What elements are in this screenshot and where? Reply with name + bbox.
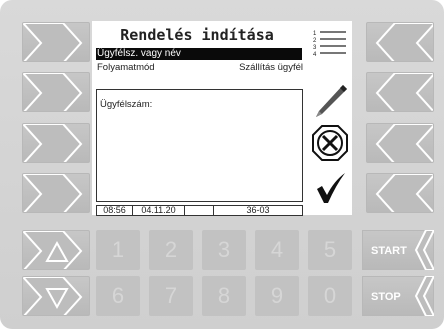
customer-number-box[interactable]: Ügyfélszám:: [96, 89, 303, 202]
chevron-left-icon: [375, 23, 433, 61]
screen-title: Rendelés indítása: [120, 26, 274, 44]
down-button[interactable]: [22, 276, 90, 316]
list-number-2: 2: [313, 38, 317, 44]
status-empty: [185, 206, 214, 215]
up-button[interactable]: [22, 230, 90, 270]
list-number-4: 4: [313, 52, 317, 57]
key-8[interactable]: 8: [202, 276, 246, 316]
process-mode-label: Folyamatmód: [97, 62, 155, 73]
list-number-1: 1: [313, 31, 317, 37]
status-date: 04.11.20: [133, 206, 185, 215]
down-triangle-icon: [23, 277, 83, 315]
status-code: 36-03: [246, 205, 270, 215]
left-softkey-2[interactable]: [22, 72, 90, 112]
selected-field[interactable]: Ügyfélsz. vagy név: [96, 48, 302, 60]
key-0[interactable]: 0: [308, 276, 352, 316]
chevron-right-icon: [23, 73, 83, 111]
chevron-right-icon: [23, 124, 83, 162]
display-screen: Rendelés indítása Ügyfélsz. vagy név Fol…: [92, 21, 352, 216]
left-softkey-3[interactable]: [22, 123, 90, 163]
key-1[interactable]: 1: [96, 230, 140, 270]
key-5[interactable]: 5: [308, 230, 352, 270]
chevron-right-icon: [23, 23, 83, 61]
checkmark-icon[interactable]: [314, 171, 348, 210]
left-softkey-4[interactable]: [22, 173, 90, 213]
chevron-left-icon: [375, 124, 433, 162]
key-2[interactable]: 2: [149, 230, 193, 270]
status-time: 08:56: [97, 206, 133, 215]
chevron-right-icon: [23, 174, 83, 212]
info-row: Folyamatmód Szállítás ügyfél: [97, 62, 303, 74]
left-softkey-1[interactable]: [22, 22, 90, 62]
key-9[interactable]: 9: [255, 276, 299, 316]
status-bar: 08:56 04.11.20 36-03: [96, 205, 303, 216]
stop-button[interactable]: STOP: [362, 276, 434, 316]
key-3[interactable]: 3: [202, 230, 246, 270]
customer-number-label: Ügyfélszám:: [100, 99, 153, 110]
list-number-3: 3: [313, 45, 317, 51]
right-softkey-3[interactable]: [366, 123, 434, 163]
cancel-x-icon[interactable]: [312, 125, 348, 166]
pencil-icon[interactable]: [314, 83, 348, 124]
key-4[interactable]: 4: [255, 230, 299, 270]
up-triangle-icon: [23, 231, 83, 269]
chevron-left-icon: [375, 73, 433, 111]
start-button[interactable]: START: [362, 230, 434, 270]
key-7[interactable]: 7: [149, 276, 193, 316]
chevron-left-icon: [375, 174, 433, 212]
delivery-customer-label: Szállítás ügyfél: [239, 62, 303, 73]
stop-label: STOP: [371, 291, 401, 303]
right-softkey-1[interactable]: [366, 22, 434, 62]
chevron-left-icon: [414, 276, 434, 316]
list-numbers-icon[interactable]: 1 2 3 4: [312, 27, 346, 62]
right-softkey-2[interactable]: [366, 72, 434, 112]
right-softkey-4[interactable]: [366, 173, 434, 213]
key-6[interactable]: 6: [96, 276, 140, 316]
chevron-left-icon: [414, 230, 434, 270]
start-label: START: [371, 245, 407, 257]
